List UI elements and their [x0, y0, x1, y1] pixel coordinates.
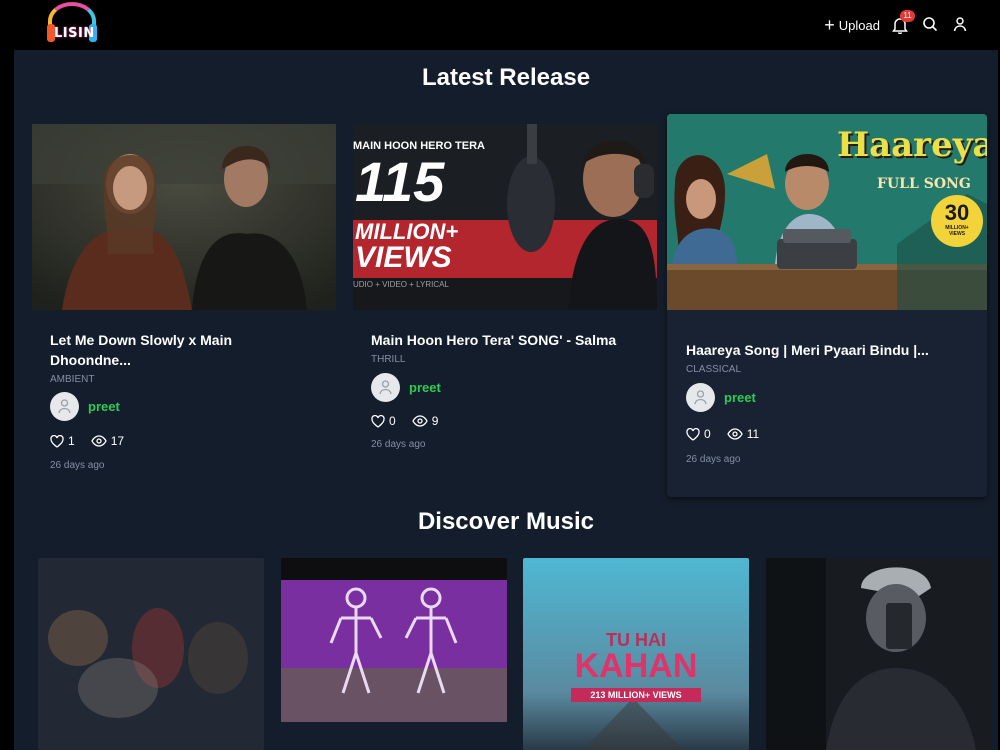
like-count: 1 [68, 434, 75, 448]
heart-icon[interactable] [686, 427, 700, 441]
view-count: 17 [110, 434, 125, 448]
like-count: 0 [704, 427, 711, 441]
notification-bell-icon[interactable]: 11 [892, 10, 915, 35]
song-stats: 0 9 [371, 414, 438, 428]
uploader-info[interactable]: preet [686, 383, 756, 412]
view-count: 9 [431, 414, 439, 428]
song-title[interactable]: Let Me Down Slowly x Main Dhoondne... [50, 330, 320, 370]
poster-title-text: Haareya [837, 125, 987, 165]
uploader-name[interactable]: preet [724, 390, 756, 405]
lisin-logo[interactable]: LISIN [44, 2, 100, 48]
eye-icon [90, 435, 107, 447]
genre-label: THRILL [371, 354, 406, 365]
uploader-name[interactable]: preet [409, 380, 441, 395]
upload-time: 26 days ago [371, 439, 426, 450]
poster-badge-number: 30 [944, 200, 970, 225]
avatar [50, 392, 79, 421]
song-thumbnail[interactable]: MAIN HOON HERO TERA 115 MILLION+ VIEWS U… [353, 124, 657, 310]
song-title[interactable]: Main Hoon Hero Tera' SONG' - Salma [371, 330, 641, 350]
poster-views-banner: 213 MILLION+ VIEWS [571, 688, 701, 702]
song-card-let-me-down-slowly[interactable]: Let Me Down Slowly x Main Dhoondne... AM… [32, 124, 336, 471]
song-thumbnail[interactable]: Haareya FULL SONG 30 MILLION+ VIEWS [667, 114, 987, 310]
logo-text: LISIN [54, 26, 95, 41]
discover-card-4[interactable] [766, 558, 992, 750]
avatar [371, 373, 400, 402]
avatar [686, 383, 715, 412]
user-profile-icon[interactable] [952, 16, 970, 34]
poster-sub-text: UDIO + VIDEO + LYRICAL [353, 280, 449, 289]
heart-icon[interactable] [50, 434, 64, 448]
eye-icon [411, 415, 428, 427]
heart-icon[interactable] [371, 414, 385, 428]
poster-big-number: 115 [355, 150, 445, 213]
poster-views-text: VIEWS [355, 241, 452, 274]
discover-card-1[interactable] [38, 558, 264, 750]
upload-button[interactable]: + Upload [824, 16, 880, 34]
song-card-main-hoon-hero-tera[interactable]: MAIN HOON HERO TERA 115 MILLION+ VIEWS U… [353, 124, 657, 454]
genre-label: AMBIENT [50, 374, 95, 385]
plus-icon: + [824, 15, 835, 35]
main-content: Latest Release Let Me Down Slowly x Main… [14, 50, 998, 750]
genre-label: CLASSICAL [686, 364, 742, 375]
discover-music-heading: Discover Music [417, 508, 595, 535]
uploader-name[interactable]: preet [88, 399, 120, 414]
song-stats: 0 11 [686, 427, 759, 441]
upload-label: Upload [838, 17, 880, 33]
top-navigation-bar: LISIN + Upload 11 [0, 0, 1000, 50]
poster-badge-text: MILLION+ VIEWS [945, 225, 969, 237]
upload-time: 26 days ago [686, 454, 741, 465]
song-title[interactable]: Haareya Song | Meri Pyaari Bindu |... [686, 340, 976, 360]
mirror-selfie-image [766, 558, 992, 750]
upload-time: 26 days ago [50, 460, 105, 471]
blurred-dancers-image [38, 558, 264, 750]
like-count: 0 [389, 414, 396, 428]
eye-icon [726, 428, 743, 440]
poster-subtitle-text: FULL SONG [877, 176, 971, 192]
poster-line-2: KAHAN [574, 647, 698, 685]
song-stats: 1 17 [50, 434, 124, 448]
couple-photo-image [32, 124, 336, 310]
uploader-info[interactable]: preet [50, 392, 120, 421]
song-card-haareya[interactable]: Haareya FULL SONG 30 MILLION+ VIEWS Haar… [667, 114, 987, 497]
notification-count-badge: 11 [900, 10, 915, 22]
header-actions: + Upload 11 [824, 10, 970, 38]
discover-card-tu-hai-kahan[interactable]: TU HAI KAHAN 213 MILLION+ VIEWS [523, 558, 749, 750]
discover-card-2[interactable] [281, 558, 507, 750]
song-thumbnail[interactable] [32, 124, 336, 310]
uploader-info[interactable]: preet [371, 373, 441, 402]
latest-release-heading: Latest Release [421, 64, 591, 91]
search-icon[interactable] [922, 16, 940, 34]
view-count: 11 [746, 427, 760, 441]
dancing-skeletons-image [281, 558, 507, 750]
